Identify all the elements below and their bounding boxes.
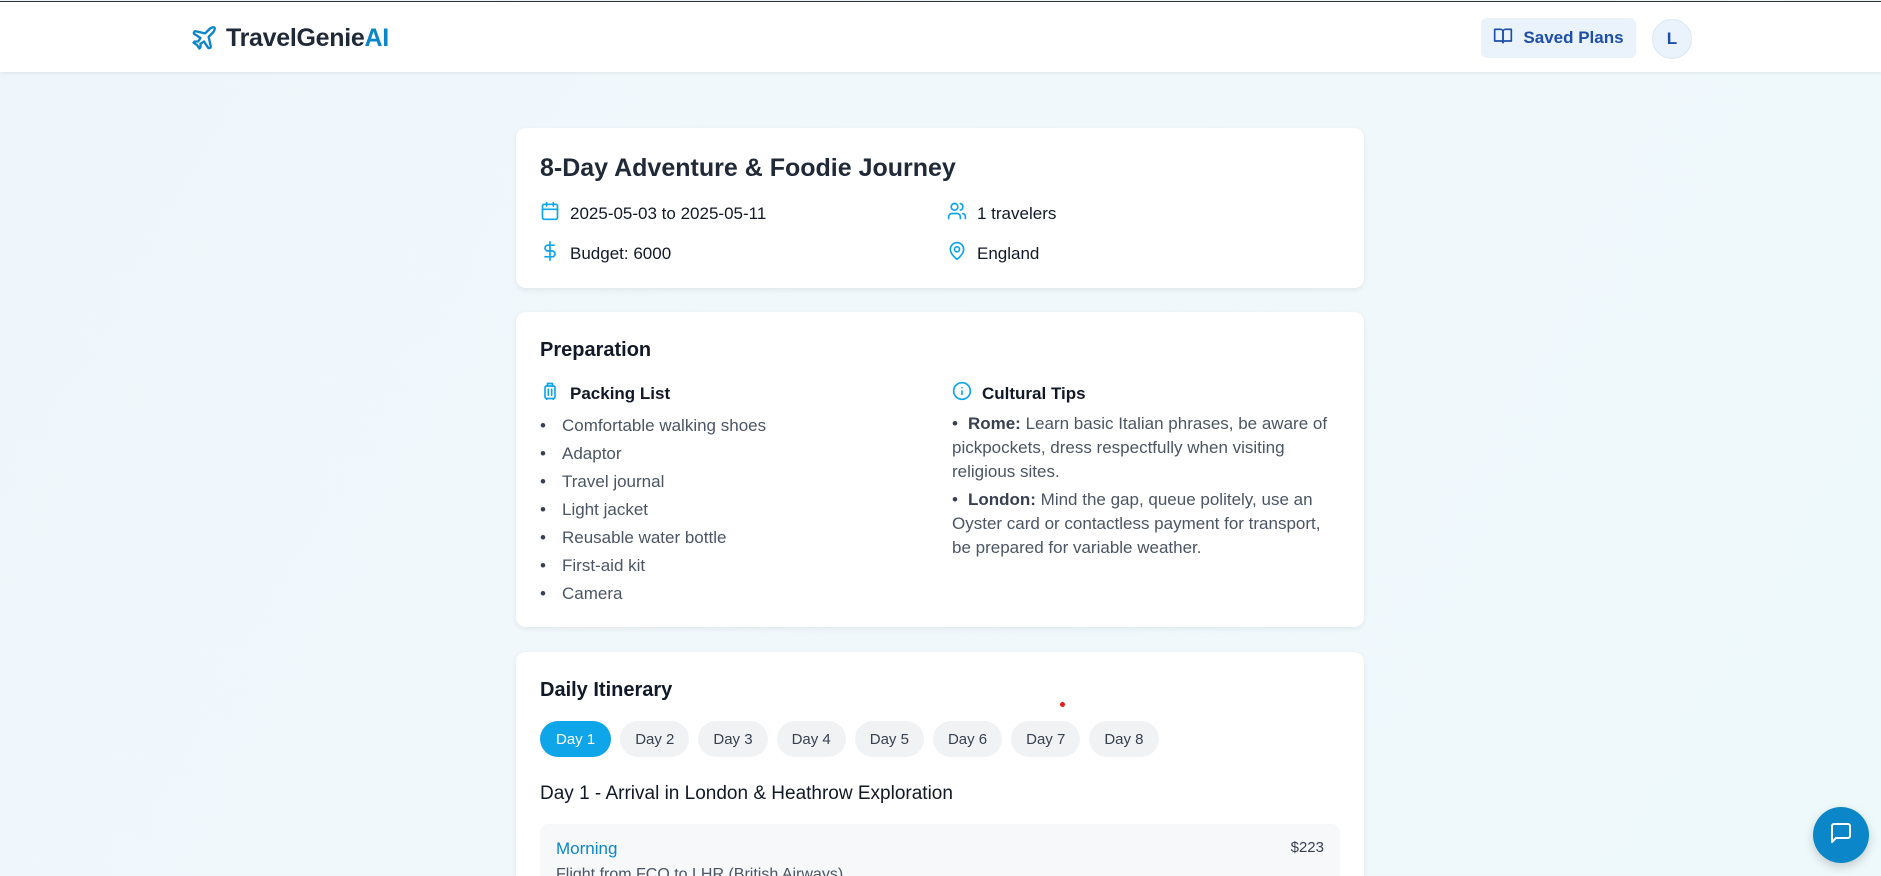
- trip-travelers-text: 1 travelers: [977, 203, 1057, 223]
- book-open-icon: [1493, 26, 1513, 51]
- tab-day-4[interactable]: Day 4: [776, 721, 846, 757]
- slot-cost: $223: [1290, 839, 1324, 856]
- cultural-tips-heading: Cultural Tips: [952, 381, 1086, 406]
- trip-title: 8-Day Adventure & Foodie Journey: [540, 154, 956, 182]
- tab-day-1[interactable]: Day 1: [540, 721, 612, 757]
- daily-itinerary-card: Daily Itinerary Day 1 Day 2 Day 3 Day 4 …: [516, 652, 1364, 876]
- slot-description: Flight from FCO to LHR (British Airways): [556, 866, 844, 876]
- trip-location: England: [947, 241, 1039, 266]
- trip-budget-text: Budget: 6000: [570, 243, 672, 263]
- list-item: Camera: [540, 580, 766, 608]
- plane-icon: [190, 24, 218, 52]
- chat-icon: [1829, 821, 1853, 850]
- preparation-title: Preparation: [540, 339, 652, 361]
- day-tabs: Day 1 Day 2 Day 3 Day 4 Day 5 Day 6 Day …: [540, 721, 1159, 757]
- trip-budget: Budget: 6000: [540, 241, 671, 266]
- cultural-tips-list: • Rome: Learn basic Italian phrases, be a…: [952, 412, 1344, 564]
- tab-day-2[interactable]: Day 2: [620, 721, 690, 757]
- cursor-dot: [1060, 702, 1065, 707]
- users-icon: [947, 201, 967, 226]
- cultural-tips-title: Cultural Tips: [982, 383, 1086, 403]
- brand-name: TravelGenieAI: [226, 23, 389, 52]
- map-pin-icon: [947, 241, 967, 266]
- trip-travelers: 1 travelers: [947, 201, 1056, 226]
- tip-city: Rome:: [967, 414, 1021, 433]
- tip-city: London:: [967, 490, 1036, 509]
- trip-location-text: England: [977, 243, 1040, 263]
- list-item: Reusable water bottle: [540, 524, 766, 552]
- tab-day-5[interactable]: Day 5: [854, 721, 924, 757]
- trip-dates-text: 2025-05-03 to 2025-05-11: [570, 203, 767, 223]
- packing-list-heading: Packing List: [540, 381, 670, 406]
- brand-logo[interactable]: TravelGenieAI: [190, 22, 389, 54]
- list-item: Light jacket: [540, 496, 766, 524]
- slot-time: Morning: [556, 839, 618, 858]
- tab-day-3[interactable]: Day 3: [698, 721, 768, 757]
- preparation-card: Preparation Packing List Comfortable wal…: [516, 312, 1364, 627]
- info-icon: [952, 381, 972, 406]
- day-heading: Day 1 - Arrival in London & Heathrow Exp…: [540, 783, 953, 804]
- list-item: Comfortable walking shoes: [540, 412, 766, 440]
- packing-list: Comfortable walking shoes Adaptor Travel…: [540, 412, 766, 608]
- packing-list-title: Packing List: [570, 383, 671, 403]
- top-navbar: TravelGenieAI Saved Plans L: [0, 1, 1881, 72]
- itinerary-slot[interactable]: Morning $223 Flight from FCO to LHR (Bri…: [540, 824, 1340, 876]
- user-avatar[interactable]: L: [1652, 19, 1692, 59]
- dollar-icon: [540, 241, 560, 266]
- calendar-icon: [540, 201, 560, 226]
- tab-day-7[interactable]: Day 7: [1011, 721, 1081, 757]
- list-item: Adaptor: [540, 440, 766, 468]
- tip-item: • London: Mind the gap, queue politely, u…: [952, 490, 1321, 557]
- tip-item: • Rome: Learn basic Italian phrases, be a…: [952, 414, 1328, 481]
- list-item: Travel journal: [540, 468, 766, 496]
- list-item: First-aid kit: [540, 552, 766, 580]
- luggage-icon: [540, 381, 560, 406]
- saved-plans-label: Saved Plans: [1523, 28, 1624, 47]
- saved-plans-button[interactable]: Saved Plans: [1481, 18, 1636, 58]
- chat-button[interactable]: [1813, 807, 1869, 863]
- tab-day-8[interactable]: Day 8: [1089, 721, 1159, 757]
- trip-summary-card: 8-Day Adventure & Foodie Journey 2025-05…: [516, 128, 1364, 288]
- brand-ai-suffix: AI: [364, 23, 389, 52]
- itinerary-title: Daily Itinerary: [540, 679, 673, 701]
- trip-dates: 2025-05-03 to 2025-05-11: [540, 201, 766, 226]
- tab-day-6[interactable]: Day 6: [932, 721, 1003, 757]
